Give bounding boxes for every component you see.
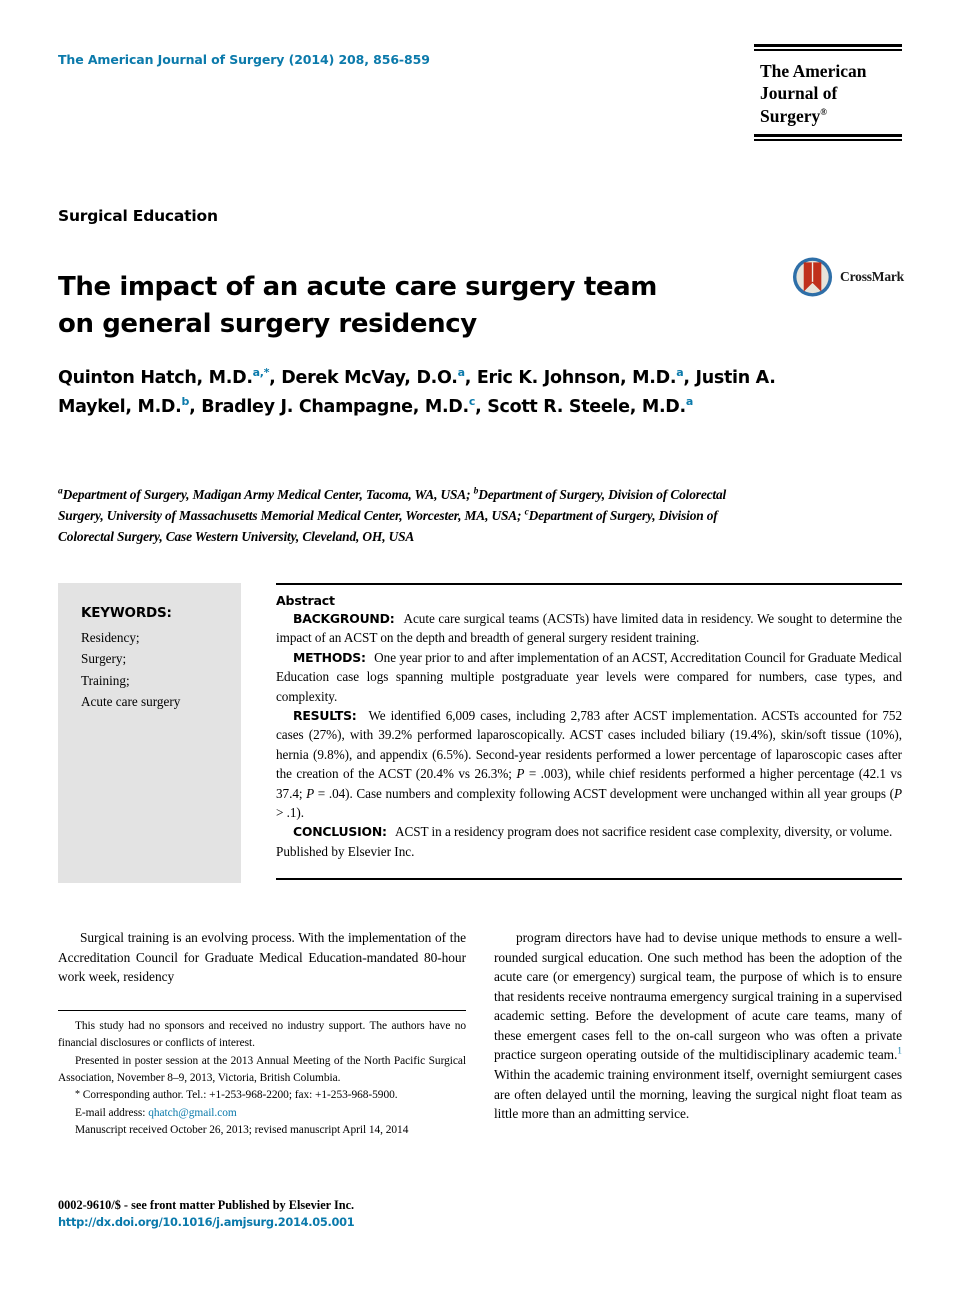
crossmark-label: CrossMark: [840, 269, 904, 284]
keywords-box: KEYWORDS: Residency; Surgery; Training; …: [58, 583, 241, 883]
footnote-corresponding-author: * Corresponding author. Tel.: +1-253-968…: [58, 1087, 466, 1104]
body-column-left: Surgical training is an evolving process…: [58, 928, 466, 987]
keyword-item: Surgery;: [81, 651, 127, 667]
keyword-item: Training;: [81, 672, 130, 688]
keyword-item: Acute care surgery: [81, 693, 181, 709]
trademark-symbol: ®: [820, 106, 828, 117]
page-footer: 0002-9610/$ - see front matter Published…: [58, 1196, 658, 1232]
keywords-title: KEYWORDS:: [81, 605, 172, 621]
footnotes-block: This study had no sponsors and received …: [58, 1010, 466, 1139]
abstract-heading: Abstract: [276, 593, 335, 608]
logo-rule-top: [754, 44, 902, 51]
abstract-conclusion: CONCLUSION: ACST in a residency program d…: [276, 822, 902, 841]
abstract-publisher-line: Published by Elsevier Inc.: [276, 843, 415, 859]
abstract-methods-label: METHODS:: [293, 649, 366, 665]
abstract-results: RESULTS: We identified 6,009 cases, inclu…: [276, 706, 902, 822]
journal-logo-line1: The American: [760, 61, 867, 81]
abstract-results-text: We identified 6,009 cases, including 2,7…: [276, 708, 903, 821]
email-link[interactable]: qhatch@gmail.com: [148, 1107, 237, 1119]
footnote-presentation: Presented in poster session at the 2013 …: [58, 1054, 466, 1084]
footnote-rule: [58, 1010, 466, 1011]
crossmark-icon: [792, 257, 833, 297]
crossmark-badge[interactable]: CrossMark: [792, 254, 904, 300]
footnote-disclosure: This study had no sponsors and received …: [58, 1020, 466, 1050]
abstract-rule-bottom: [276, 878, 902, 880]
page-title: The impact of an acute care surgery team…: [58, 272, 657, 340]
author-list: Quinton Hatch, M.D.a,*, Derek McVay, D.O…: [58, 366, 776, 417]
article-page: The American Journal of Surgery (2014) 2…: [0, 0, 960, 1290]
body-paragraph: program directors have had to devise uni…: [494, 930, 902, 1122]
body-column-right: program directors have had to devise uni…: [494, 928, 902, 1178]
abstract-methods: METHODS: One year prior to and after impl…: [276, 648, 902, 706]
abstract-conclusion-label: CONCLUSION:: [293, 824, 387, 840]
section-label: Surgical Education: [58, 207, 218, 225]
front-matter-line: 0002-9610/$ - see front matter Published…: [58, 1198, 355, 1212]
abstract-background-label: BACKGROUND:: [293, 611, 395, 626]
body-paragraph: Surgical training is an evolving process…: [58, 930, 466, 985]
email-label: E-mail address:: [75, 1106, 146, 1119]
journal-logo-line2: Journal of Surgery®: [760, 83, 838, 126]
doi-link[interactable]: http://dx.doi.org/10.1016/j.amjsurg.2014…: [58, 1214, 658, 1231]
abstract-background: BACKGROUND: Acute care surgical teams (AC…: [276, 609, 902, 648]
journal-logo-name: The American Journal of Surgery®: [754, 51, 902, 134]
abstract-section: Abstract BACKGROUND: Acute care surgical …: [276, 583, 902, 861]
footnote-email: E-mail address: qhatch@gmail.com: [58, 1105, 466, 1122]
footnote-manuscript-dates: Manuscript received October 26, 2013; re…: [75, 1123, 409, 1136]
asterisk-icon: *: [75, 1089, 80, 1101]
journal-reference: The American Journal of Surgery (2014) 2…: [58, 52, 430, 67]
journal-logo: The American Journal of Surgery®: [754, 44, 902, 142]
affiliations: aDepartment of Surgery, Madigan Army Med…: [58, 486, 727, 545]
page-header: The American Journal of Surgery (2014) 2…: [58, 44, 902, 169]
abstract-results-label: RESULTS:: [293, 708, 357, 724]
keyword-item: Residency;: [81, 629, 140, 645]
logo-rule-bottom: [754, 134, 902, 142]
abstract-conclusion-text: ACST in a residency program does not sac…: [395, 824, 893, 840]
abstract-rule-top: [276, 583, 902, 585]
corresponding-author-text: Corresponding author. Tel.: +1-253-968-2…: [82, 1089, 398, 1102]
